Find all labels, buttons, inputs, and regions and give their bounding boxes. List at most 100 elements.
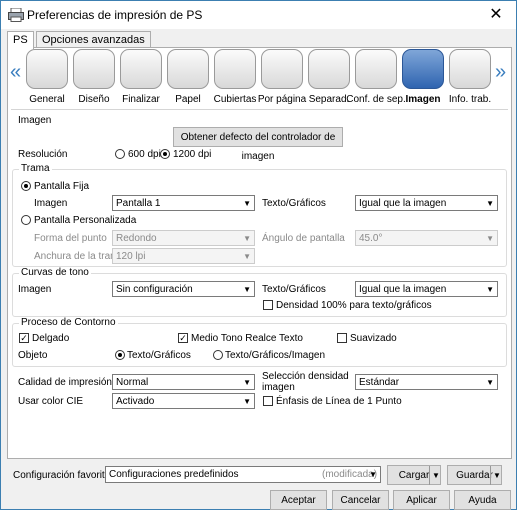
pantalla-fija-radio[interactable] — [21, 181, 31, 191]
curvas-imagen-value: Sin configuración — [116, 284, 193, 295]
curvas-texto-select[interactable]: Igual que la imagen ▼ — [355, 281, 498, 297]
cie-label: Usar color CIE — [18, 396, 84, 407]
anchura-value: 120 lpi — [116, 251, 146, 262]
chevron-down-icon: ▼ — [486, 199, 494, 208]
aceptar-button[interactable]: Aceptar — [270, 490, 327, 510]
densidad-checkbox[interactable] — [263, 300, 273, 310]
por-pagina-icon[interactable] — [261, 49, 303, 89]
res-600-label: 600 dpi — [128, 149, 161, 160]
curvas-texto-label: Texto/Gráficos — [262, 284, 326, 295]
resolution-label: Resolución — [18, 149, 68, 160]
chevron-down-icon: ▼ — [486, 234, 494, 243]
chevron-down-icon: ▼ — [243, 285, 251, 294]
densidad-sel-label-2: imagen — [262, 382, 295, 393]
obj-texto-radio[interactable] — [115, 350, 125, 360]
anchura-select[interactable]: 120 lpi ▼ — [112, 248, 255, 264]
chevron-down-icon: ▼ — [243, 378, 251, 387]
cargar-label: Cargar — [398, 470, 430, 481]
trama-title: Trama — [19, 163, 52, 174]
trama-imagen-select[interactable]: Pantalla 1 ▼ — [112, 195, 255, 211]
print-preferences-window: Preferencias de impresión de PS ✕ PS Opc… — [0, 0, 517, 510]
forma-punto-select[interactable]: Redondo ▼ — [112, 230, 255, 246]
conf-sep-icon[interactable] — [355, 49, 397, 89]
fav-select[interactable]: Configuraciones predefinidos (modificada… — [105, 466, 381, 483]
obj-textoimg-label: Texto/Gráficos/Imagen — [225, 350, 326, 361]
medio-tono-label: Medio Tono Realce Texto — [191, 333, 303, 344]
res-1200-label: 1200 dpi — [173, 149, 212, 160]
chevron-down-icon[interactable]: ▼ — [490, 466, 503, 485]
tab-opciones-avanzadas[interactable]: Opciones avanzadas — [36, 31, 151, 48]
papel-icon[interactable] — [167, 49, 209, 89]
finalizar-icon[interactable] — [120, 49, 162, 89]
chevron-down-icon[interactable]: ▼ — [429, 466, 442, 485]
anchura-label: Anchura de la trama — [34, 251, 125, 262]
res-1200-radio[interactable] — [160, 149, 170, 159]
diseno-icon[interactable] — [73, 49, 115, 89]
info-trab-icon[interactable] — [449, 49, 491, 89]
pantalla-fija-label: Pantalla Fija — [34, 181, 90, 192]
chevron-down-icon: ▼ — [243, 252, 251, 261]
scroll-left-icon[interactable]: « — [10, 61, 21, 84]
section-imagen-title: Imagen — [18, 115, 52, 126]
cie-select[interactable]: Activado ▼ — [112, 393, 255, 409]
tab-ps[interactable]: PS — [7, 31, 34, 49]
medio-tono-checkbox[interactable]: ✓ — [178, 333, 188, 343]
curvas-imagen-select[interactable]: Sin configuración ▼ — [112, 281, 255, 297]
pantalla-personalizada-radio[interactable] — [21, 215, 31, 225]
obj-textoimg-radio[interactable] — [213, 350, 223, 360]
window-title: Preferencias de impresión de PS — [27, 8, 203, 22]
chevron-down-icon: ▼ — [486, 378, 494, 387]
toolbar-separator — [11, 109, 508, 110]
chevron-down-icon: ▼ — [486, 285, 494, 294]
chevron-down-icon: ▼ — [243, 234, 251, 243]
suavizado-label: Suavizado — [350, 333, 397, 344]
guardar-button[interactable]: Guardar ▼ — [447, 465, 502, 485]
forma-punto-value: Redondo — [116, 233, 157, 244]
trama-texto-select[interactable]: Igual que la imagen ▼ — [355, 195, 498, 211]
delgado-label: Delgado — [32, 333, 70, 344]
calidad-label: Calidad de impresión — [18, 377, 112, 388]
densidad-sel-label-1: Selección densidad — [262, 371, 349, 382]
cie-value: Activado — [116, 396, 155, 407]
cargar-button[interactable]: Cargar ▼ — [387, 465, 441, 485]
aplicar-button[interactable]: Aplicar — [393, 490, 450, 510]
delgado-checkbox[interactable]: ✓ — [19, 333, 29, 343]
objeto-label: Objeto — [18, 350, 48, 361]
cancelar-button[interactable]: Cancelar — [332, 490, 389, 510]
trama-imagen-label: Imagen — [34, 198, 68, 209]
fav-value: Configuraciones predefinidos — [109, 469, 239, 480]
general-icon[interactable] — [26, 49, 68, 89]
chevron-down-icon: ▼ — [243, 199, 251, 208]
densidad-sel-select[interactable]: Estándar ▼ — [355, 374, 498, 390]
chevron-down-icon: ▼ — [369, 470, 377, 479]
title-bar: Preferencias de impresión de PS ✕ — [1, 1, 516, 29]
get-default-button[interactable]: Obtener defecto del controlador de image… — [173, 127, 343, 162]
separadores-icon[interactable] — [308, 49, 350, 89]
res-600-radio[interactable] — [115, 149, 125, 159]
densidad-sel-value: Estándar — [359, 377, 400, 388]
angulo-label: Ángulo de pantalla — [262, 233, 345, 244]
curvas-title: Curvas de tono — [19, 267, 91, 278]
contorno-title: Proceso de Contorno — [19, 317, 118, 328]
pantalla-personalizada-label: Pantalla Personalizada — [34, 215, 137, 226]
scroll-right-icon[interactable]: » — [495, 61, 506, 84]
trama-imagen-value: Pantalla 1 — [116, 198, 161, 209]
calidad-select[interactable]: Normal ▼ — [112, 374, 255, 390]
forma-punto-label: Forma del punto — [34, 233, 107, 244]
imagen-icon[interactable] — [402, 49, 444, 89]
printer-icon — [8, 8, 24, 22]
cubiertas-icon[interactable] — [214, 49, 256, 89]
ayuda-button[interactable]: Ayuda — [454, 490, 511, 510]
enfasis-checkbox[interactable] — [263, 396, 273, 406]
angulo-select[interactable]: 45.0° ▼ — [355, 230, 498, 246]
guardar-label: Guardar — [456, 470, 493, 481]
trama-texto-label: Texto/Gráficos — [262, 198, 326, 209]
densidad-label: Densidad 100% para texto/gráficos — [276, 300, 432, 311]
angulo-value: 45.0° — [359, 233, 383, 244]
curvas-imagen-label: Imagen — [18, 284, 52, 295]
obj-texto-label: Texto/Gráficos — [127, 350, 191, 361]
suavizado-checkbox[interactable] — [337, 333, 347, 343]
toolbar-label-info-trab: Info. trab. — [448, 94, 492, 105]
close-icon[interactable]: ✕ — [481, 5, 511, 25]
calidad-value: Normal — [116, 377, 149, 388]
